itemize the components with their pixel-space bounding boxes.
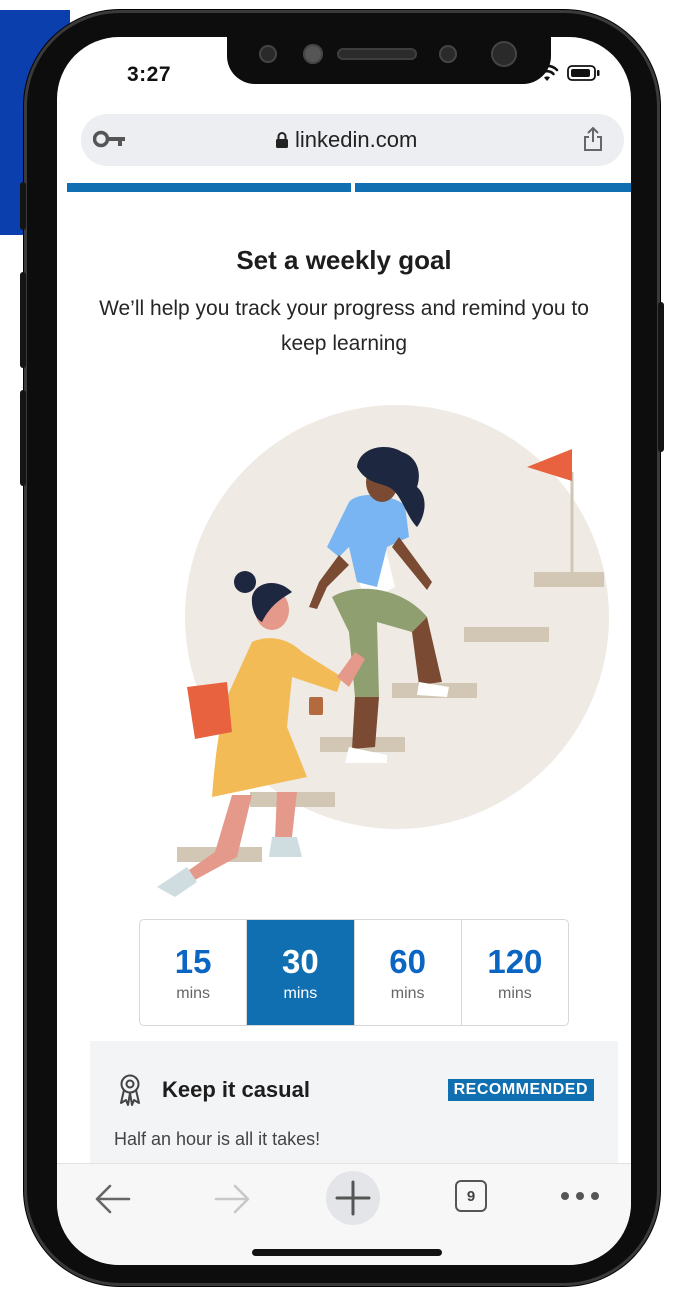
more-icon[interactable] bbox=[560, 1190, 600, 1202]
goal-description-card: Keep it casual RECOMMENDED Half an hour … bbox=[90, 1041, 618, 1171]
goal-option-unit: mins bbox=[497, 984, 532, 1002]
goal-option-unit: mins bbox=[283, 984, 318, 1002]
goal-option-value: 60 bbox=[389, 942, 426, 980]
proximity-sensor bbox=[303, 44, 323, 64]
card-description: Half an hour is all it takes! bbox=[114, 1129, 321, 1149]
stairs-illustration bbox=[157, 405, 609, 897]
lock-icon bbox=[276, 132, 288, 148]
forward-arrow-icon[interactable] bbox=[212, 1182, 252, 1216]
goal-option-value: 15 bbox=[174, 942, 212, 980]
earpiece-speaker bbox=[337, 48, 417, 60]
power-button bbox=[658, 302, 664, 452]
home-indicator bbox=[252, 1249, 442, 1256]
status-time: 3:27 bbox=[127, 63, 172, 86]
plus-icon[interactable] bbox=[325, 1170, 381, 1226]
recommended-badge: RECOMMENDED bbox=[447, 1079, 594, 1101]
progress-step-1 bbox=[67, 183, 351, 192]
goal-options: 15 mins 30 mins 60 mins 120 mins bbox=[139, 919, 569, 1026]
url-text: linkedin.com bbox=[295, 127, 418, 152]
goal-option-unit: mins bbox=[390, 984, 425, 1002]
goal-option-value: 30 bbox=[282, 942, 319, 980]
mute-switch bbox=[20, 182, 26, 230]
volume-down-button bbox=[20, 390, 26, 486]
goal-option-30[interactable]: 30 mins bbox=[247, 920, 355, 1025]
progress-step-2 bbox=[355, 183, 631, 192]
sensor-dot bbox=[259, 45, 277, 63]
front-camera bbox=[491, 41, 517, 67]
phone-screen: 3:27 linkedin.com Set a weekly goal We’l… bbox=[57, 37, 631, 1265]
share-icon[interactable] bbox=[582, 126, 604, 152]
tabs-icon[interactable]: 9 bbox=[455, 1180, 487, 1212]
goal-option-120[interactable]: 120 mins bbox=[462, 920, 568, 1025]
page-subtitle: We’ll help you track your progress and r… bbox=[99, 297, 589, 355]
goal-option-value: 120 bbox=[487, 942, 543, 980]
goal-option-15[interactable]: 15 mins bbox=[140, 920, 248, 1025]
goal-option-60[interactable]: 60 mins bbox=[355, 920, 462, 1025]
sensor-dot bbox=[439, 45, 457, 63]
address-bar[interactable]: linkedin.com bbox=[81, 114, 624, 166]
card-title: Keep it casual bbox=[162, 1077, 310, 1102]
back-arrow-icon[interactable] bbox=[93, 1182, 133, 1216]
tabs-count: 9 bbox=[466, 1187, 476, 1205]
key-icon[interactable] bbox=[93, 128, 127, 150]
battery-icon bbox=[567, 65, 600, 81]
award-icon bbox=[120, 1074, 140, 1106]
notch bbox=[227, 37, 551, 84]
page-title: Set a weekly goal bbox=[236, 245, 452, 275]
goal-option-unit: mins bbox=[176, 984, 211, 1002]
volume-up-button bbox=[20, 272, 26, 368]
